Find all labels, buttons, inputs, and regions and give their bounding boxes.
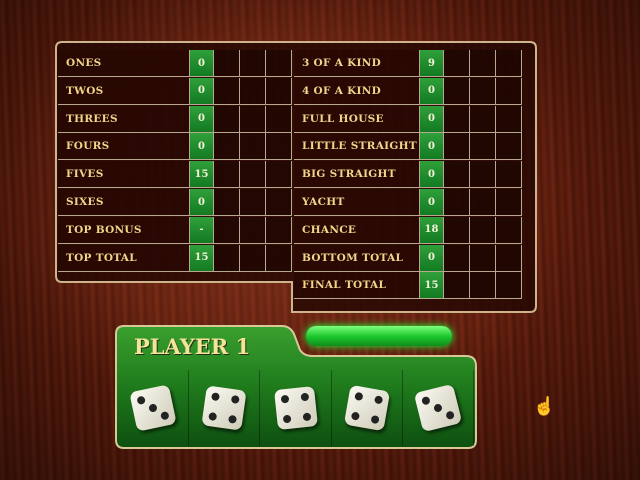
die-pip [148,403,158,413]
die-pip [353,391,364,402]
die-slot[interactable] [118,370,190,446]
die-icon[interactable] [201,385,247,431]
die-pip [136,395,146,406]
die-slot[interactable] [260,370,332,446]
die-icon[interactable] [413,383,463,433]
die-pip [373,395,383,405]
die-slot[interactable] [332,370,403,446]
die-icon[interactable] [129,384,177,432]
die-icon[interactable] [343,384,390,432]
die-slot[interactable] [189,370,261,446]
die-pip [208,411,218,422]
player-panel: PLAYER 1 [114,326,478,450]
die-pip [350,411,360,421]
die-pip [231,394,241,405]
die-pip [282,414,291,424]
die-pip [280,394,289,404]
die-pip [370,414,380,425]
hand-cursor-icon: ☝ [533,396,556,417]
die-pip [433,403,443,413]
die-pip [228,414,238,424]
die-pip [300,392,309,402]
dice-tray [118,370,475,446]
die-slot[interactable] [403,370,475,446]
die-pip [420,395,431,406]
die-pip [160,410,170,421]
die-pip [445,410,455,421]
die-pip [302,412,311,422]
die-pip [211,392,221,402]
die-icon[interactable] [273,386,318,430]
player-name: PLAYER 1 [134,334,251,359]
